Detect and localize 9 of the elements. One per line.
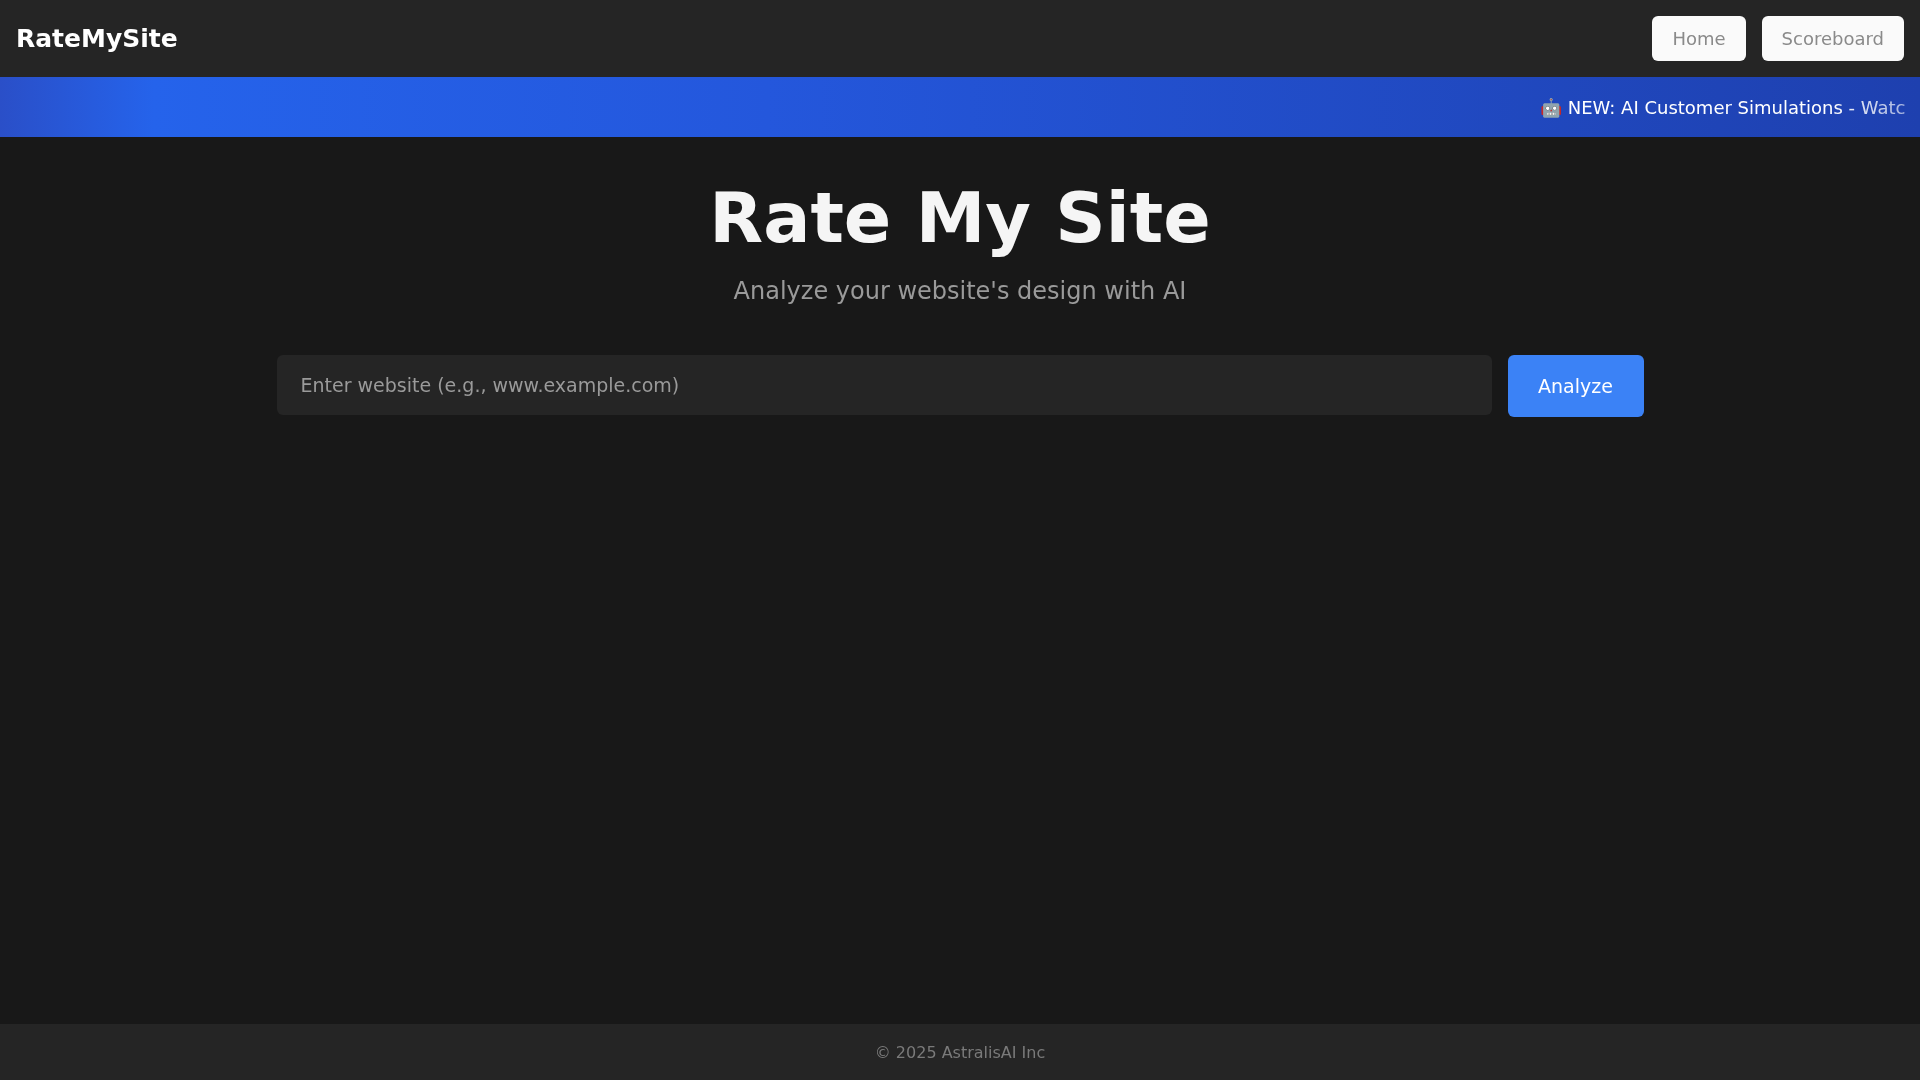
website-input-field[interactable]: Enter website (e.g., www.example.com) bbox=[276, 355, 1492, 415]
hero-subtitle: Analyze your website's design with AI bbox=[733, 277, 1187, 305]
nav-button[interactable]: Home bbox=[1652, 16, 1746, 61]
announcement-text: 🤖 NEW: AI Customer Simulations - Watc bbox=[1540, 96, 1906, 118]
nav-button[interactable]: Scoreboard bbox=[1761, 16, 1904, 61]
copyright-text: © 2025 AstralisAI Inc bbox=[874, 1042, 1046, 1062]
analyze-button[interactable]: Analyze bbox=[1507, 355, 1644, 417]
brand-logo[interactable]: RateMySite bbox=[16, 24, 178, 53]
hero-title: Rate My Site bbox=[709, 177, 1211, 259]
